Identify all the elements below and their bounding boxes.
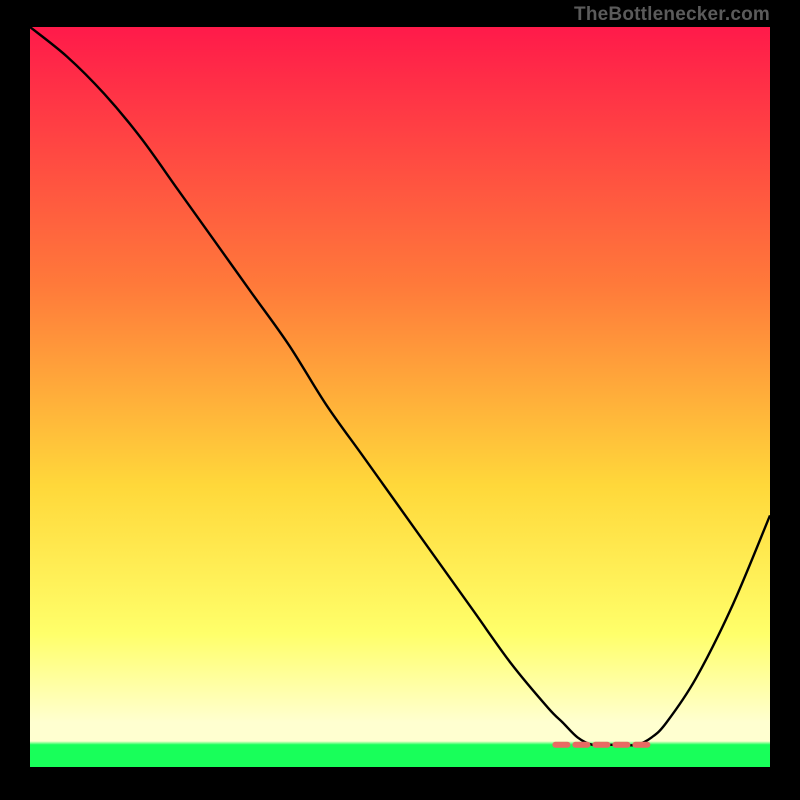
watermark-text: TheBottlenecker.com bbox=[574, 4, 770, 26]
chart-frame: TheBottlenecker.com bbox=[0, 0, 800, 800]
plot-area bbox=[30, 27, 770, 767]
chart-svg bbox=[30, 27, 770, 767]
